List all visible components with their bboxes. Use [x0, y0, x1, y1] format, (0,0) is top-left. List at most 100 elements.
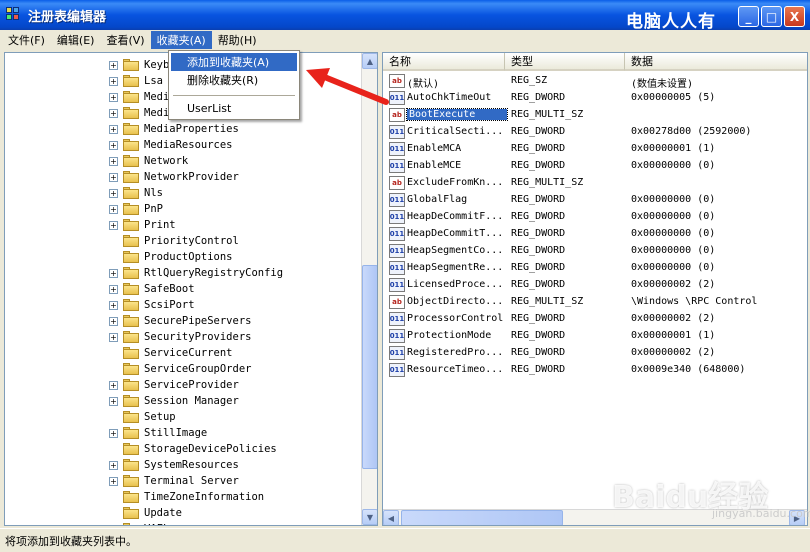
value-row[interactable]: 011 EnableMCA REG_DWORD 0x00000001 (1) — [383, 141, 793, 158]
value-row[interactable]: 011 HeapSegmentCo... REG_DWORD 0x00000000 (… — [383, 243, 793, 260]
value-row[interactable]: 011 GlobalFlag REG_DWORD 0x00000000 (0) — [383, 192, 793, 209]
menu-view[interactable]: 查看(V) — [100, 31, 150, 49]
tree-item[interactable]: + PnP — [5, 201, 355, 217]
tree-item[interactable]: + Nls — [5, 185, 355, 201]
maximize-icon: □ — [765, 9, 778, 24]
tree-item-label: ServiceProvider — [144, 379, 239, 391]
expand-icon[interactable]: + — [109, 332, 118, 342]
tree-vertical-scrollbar[interactable]: ▲ ▼ — [361, 53, 377, 525]
tree-item[interactable]: + SafeBoot — [5, 281, 355, 297]
value-row[interactable]: 011 HeapDeCommitF... REG_DWORD 0x00000000 (… — [383, 209, 793, 226]
tree-scroll-thumb[interactable] — [362, 265, 377, 469]
tree-item-label: MediaProperties — [144, 123, 239, 135]
maximize-button[interactable]: □ — [761, 6, 782, 27]
title-bar[interactable]: 注册表编辑器 电脑人人有 _ □ X — [0, 0, 810, 32]
scroll-down-icon[interactable]: ▼ — [362, 509, 377, 525]
value-row[interactable]: ab ObjectDirecto... REG_MULTI_SZ \Windows \… — [383, 294, 793, 311]
tree-item[interactable]: + Terminal Server — [5, 473, 355, 489]
baidu-url: jingyan.baidu.com — [712, 507, 810, 520]
expand-icon[interactable]: + — [109, 268, 118, 278]
value-row[interactable]: 011 EnableMCE REG_DWORD 0x00000000 (0) — [383, 158, 793, 175]
value-row[interactable]: ab BootExecute REG_MULTI_SZ — [383, 107, 793, 124]
add-to-favorites-item[interactable]: 添加到收藏夹(A) — [171, 53, 297, 71]
tree-item[interactable]: + Print — [5, 217, 355, 233]
column-header-name[interactable]: 名称 — [383, 53, 505, 71]
expand-icon[interactable]: + — [109, 284, 118, 294]
tree-item[interactable]: + MediaProperties — [5, 121, 355, 137]
expand-icon[interactable]: + — [109, 460, 118, 470]
value-name: ProtectionMode — [407, 330, 492, 341]
value-row[interactable]: ab ExcludeFromKn... REG_MULTI_SZ — [383, 175, 793, 192]
expand-icon[interactable]: + — [109, 428, 118, 438]
window-title: 注册表编辑器 — [28, 9, 107, 25]
value-row[interactable]: 011 ProtectionMode REG_DWORD 0x00000001 (1) — [383, 328, 793, 345]
tree-item[interactable]: ProductOptions — [5, 249, 355, 265]
menu-favorites[interactable]: 收藏夹(A) — [150, 31, 212, 49]
scroll-left-icon[interactable]: ◀ — [383, 510, 399, 525]
remove-favorite-item[interactable]: 删除收藏夹(R) — [171, 71, 297, 89]
tree-item[interactable]: Update — [5, 505, 355, 521]
tree-item[interactable]: ServiceCurrent — [5, 345, 355, 361]
folder-icon — [123, 219, 139, 231]
expand-icon[interactable]: + — [109, 140, 118, 150]
expand-icon[interactable]: + — [109, 124, 118, 134]
tree-item[interactable]: ServiceGroupOrder — [5, 361, 355, 377]
tree-item[interactable]: + Session Manager — [5, 393, 355, 409]
menu-file[interactable]: 文件(F) — [2, 31, 51, 49]
expand-icon[interactable]: + — [109, 156, 118, 166]
expand-icon[interactable]: + — [109, 204, 118, 214]
tree-item[interactable]: TimeZoneInformation — [5, 489, 355, 505]
tree-item[interactable]: + ServiceProvider — [5, 377, 355, 393]
expand-icon[interactable]: + — [109, 316, 118, 326]
tree-item-label: ServiceGroupOrder — [144, 363, 252, 375]
expand-icon[interactable]: + — [109, 108, 118, 118]
expand-icon[interactable]: + — [109, 92, 118, 102]
tree-item[interactable]: + StillImage — [5, 425, 355, 441]
expand-icon[interactable]: + — [109, 188, 118, 198]
registry-tree[interactable]: ▲ ▼ + Keyb + Lsa + Medi + Medi + MediaProperties +… — [4, 52, 378, 526]
menu-edit[interactable]: 编辑(E) — [51, 31, 101, 49]
menu-help[interactable]: 帮助(H) — [212, 31, 263, 49]
value-name: CriticalSecti... — [407, 126, 504, 137]
column-header-type[interactable]: 类型 — [505, 53, 625, 71]
value-row[interactable]: 011 AutoChkTimeOut REG_DWORD 0x00000005 (5) — [383, 90, 793, 107]
value-name: HeapDeCommitF... — [407, 211, 504, 222]
tree-item[interactable]: + MediaResources — [5, 137, 355, 153]
value-row[interactable]: 011 ResourceTimeo... REG_DWORD 0x0009e340 (… — [383, 362, 793, 379]
expand-icon[interactable]: + — [109, 524, 118, 525]
expand-icon[interactable]: + — [109, 220, 118, 230]
tree-item[interactable]: + RtlQueryRegistryConfig — [5, 265, 355, 281]
close-button[interactable]: X — [784, 6, 805, 27]
tree-item[interactable]: + SystemResources — [5, 457, 355, 473]
value-row[interactable]: 011 HeapSegmentRe... REG_DWORD 0x00000000 (… — [383, 260, 793, 277]
expand-icon[interactable]: + — [109, 380, 118, 390]
tree-item[interactable]: + ScsiPort — [5, 297, 355, 313]
value-row[interactable]: ab (默认) REG_SZ (数值未设置) — [383, 73, 793, 90]
tree-item[interactable]: StorageDevicePolicies — [5, 441, 355, 457]
value-row[interactable]: 011 RegisteredPro... REG_DWORD 0x00000002 (… — [383, 345, 793, 362]
binary-value-icon: 011 — [389, 312, 405, 326]
tree-item[interactable]: + NetworkProvider — [5, 169, 355, 185]
tree-item[interactable]: + VAFL — [5, 521, 355, 525]
tree-item[interactable]: Setup — [5, 409, 355, 425]
expand-icon[interactable]: + — [109, 476, 118, 486]
tree-item[interactable]: + SecurePipeServers — [5, 313, 355, 329]
favorite-userlist-item[interactable]: UserList — [171, 99, 297, 117]
expand-icon[interactable]: + — [109, 172, 118, 182]
tree-item[interactable]: PriorityControl — [5, 233, 355, 249]
expand-icon[interactable]: + — [109, 300, 118, 310]
tree-item[interactable]: + Network — [5, 153, 355, 169]
favorites-dropdown: 添加到收藏夹(A) 删除收藏夹(R) UserList — [168, 50, 300, 120]
minimize-button[interactable]: _ — [738, 6, 759, 27]
value-row[interactable]: 011 ProcessorControl REG_DWORD 0x00000002 (… — [383, 311, 793, 328]
expand-icon[interactable]: + — [109, 60, 118, 70]
value-row[interactable]: 011 LicensedProce... REG_DWORD 0x00000002 (… — [383, 277, 793, 294]
expand-icon[interactable]: + — [109, 76, 118, 86]
values-list[interactable]: 名称 类型 数据 ◀ ▶ ab (默认) REG_SZ (数值未设置) 011 AutoC… — [382, 52, 808, 526]
value-row[interactable]: 011 CriticalSecti... REG_DWORD 0x00278d00 (… — [383, 124, 793, 141]
expand-icon[interactable]: + — [109, 396, 118, 406]
tree-item[interactable]: + SecurityProviders — [5, 329, 355, 345]
values-scroll-thumb[interactable] — [401, 510, 563, 525]
value-row[interactable]: 011 HeapDeCommitT... REG_DWORD 0x00000000 (… — [383, 226, 793, 243]
column-header-data[interactable]: 数据 — [625, 53, 807, 71]
